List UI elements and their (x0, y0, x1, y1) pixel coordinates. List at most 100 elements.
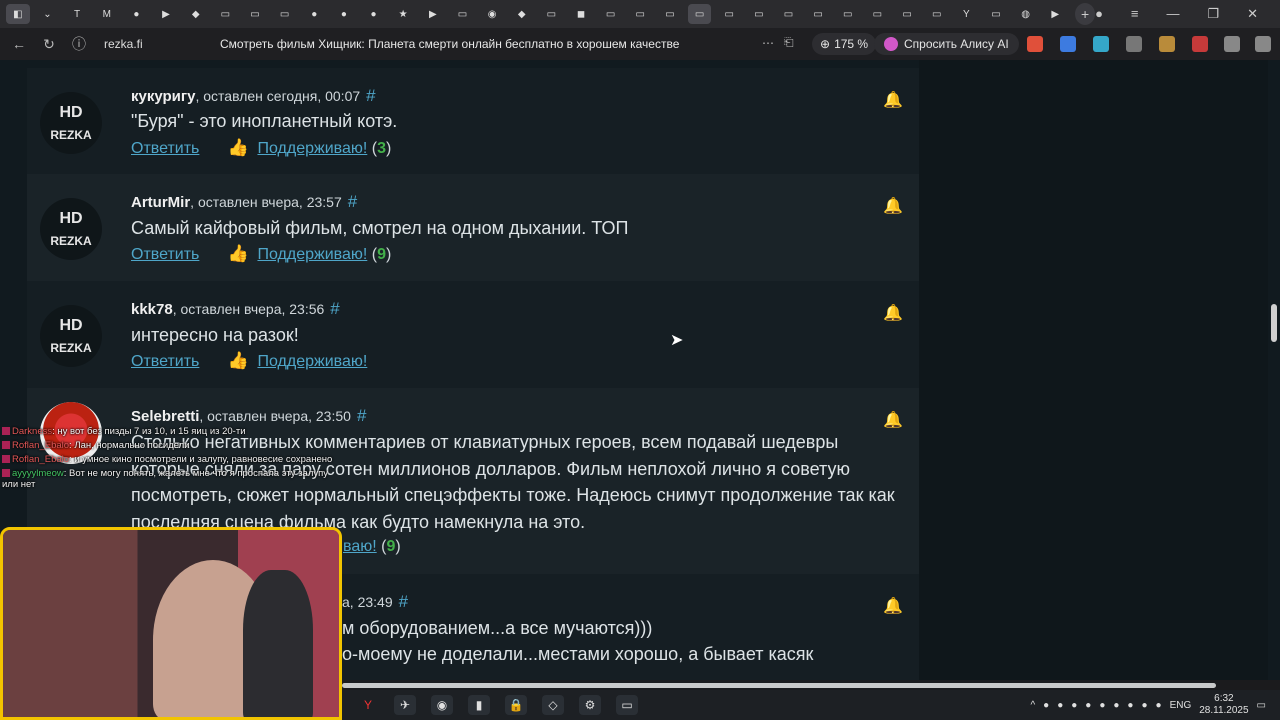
extension-icon[interactable] (1192, 36, 1208, 52)
tray-expand-icon[interactable]: ^ (1030, 700, 1035, 711)
site-info-icon[interactable]: ⓘ (68, 34, 90, 54)
browser-menu-icon[interactable]: ◧ (6, 4, 30, 24)
tab[interactable]: ◆ (184, 4, 208, 24)
media-icon[interactable] (1224, 36, 1240, 52)
tab[interactable]: ▭ (925, 4, 949, 24)
restore-button[interactable]: ❐ (1208, 6, 1220, 22)
new-tab-button[interactable]: + (1075, 3, 1096, 25)
tab[interactable]: Y (955, 4, 979, 24)
comment-author[interactable]: kkk78 (131, 301, 173, 318)
extension-icon[interactable] (1159, 36, 1175, 52)
more-icon[interactable]: ⋯ (762, 36, 774, 50)
tab-active[interactable]: ▭ (687, 4, 712, 24)
comment-permalink[interactable]: # (399, 592, 408, 611)
report-bell-icon[interactable]: 🔔 (883, 303, 905, 323)
tab[interactable]: ● (332, 4, 356, 24)
tab[interactable]: ▶ (1043, 4, 1067, 24)
support-link[interactable]: Поддерживаю! (257, 246, 367, 263)
thumbs-up-icon[interactable]: 👍 (228, 244, 249, 264)
avatar[interactable]: HD REZKA (40, 198, 102, 260)
report-bell-icon[interactable]: 🔔 (883, 90, 905, 110)
tray-icon[interactable]: ● (1043, 700, 1049, 711)
app-icon[interactable]: ▭ (616, 695, 638, 715)
tab[interactable]: M (95, 4, 119, 24)
comment-permalink[interactable]: # (348, 192, 357, 211)
tab[interactable]: ▭ (866, 4, 890, 24)
extension-icon[interactable] (1126, 36, 1142, 52)
tab[interactable]: ◉ (480, 4, 504, 24)
notifications-icon[interactable]: ▭ (1257, 700, 1266, 711)
tab[interactable]: ◍ (1014, 4, 1038, 24)
app-icon[interactable]: ▮ (468, 695, 490, 715)
yandex-browser-icon[interactable]: Y (357, 695, 379, 715)
tab[interactable]: ◼ (569, 4, 593, 24)
profile-icon[interactable]: ● (1095, 6, 1103, 22)
thumbs-up-icon[interactable]: 👍 (228, 138, 249, 158)
reply-link[interactable]: Ответить (131, 246, 199, 263)
tab[interactable]: ▭ (806, 4, 830, 24)
minimize-button[interactable]: — (1167, 6, 1180, 22)
tray-icon[interactable]: ● (1127, 700, 1133, 711)
vertical-scrollbar[interactable] (1268, 60, 1280, 680)
tab[interactable]: ▭ (540, 4, 564, 24)
url-domain[interactable]: rezka.fi (104, 37, 143, 51)
tab[interactable]: ● (125, 4, 149, 24)
zoom-indicator[interactable]: ⊕ 175 % (812, 33, 877, 55)
tab[interactable]: ▶ (154, 4, 178, 24)
support-link[interactable]: Поддерживаю! (257, 140, 367, 157)
obs-icon[interactable]: ◉ (431, 695, 453, 715)
report-bell-icon[interactable]: 🔔 (883, 596, 905, 616)
reload-icon[interactable]: ↻ (38, 36, 60, 53)
translate-icon[interactable] (1060, 36, 1076, 52)
tray-icon[interactable]: ● (1141, 700, 1147, 711)
tab[interactable]: ▭ (273, 4, 297, 24)
tab[interactable]: ▭ (984, 4, 1008, 24)
avatar[interactable]: HD REZKA (40, 92, 102, 154)
tray-icon[interactable]: ● (1113, 700, 1119, 711)
reply-link[interactable]: Ответить (131, 140, 199, 157)
tray-icon[interactable]: ● (1057, 700, 1063, 711)
tab[interactable]: ▭ (213, 4, 237, 24)
back-arrow-icon[interactable]: ← (8, 36, 30, 52)
tab[interactable]: ▭ (628, 4, 652, 24)
language-indicator[interactable]: ENG (1170, 700, 1192, 711)
support-link[interactable]: ваю! (343, 538, 377, 555)
thumbs-up-icon[interactable]: 👍 (228, 351, 249, 371)
telegram-icon[interactable]: ✈ (394, 695, 416, 715)
tray-icon[interactable]: ● (1085, 700, 1091, 711)
avatar[interactable]: HD REZKA (40, 305, 102, 367)
tab[interactable]: T (65, 4, 89, 24)
tab[interactable]: ▭ (451, 4, 475, 24)
comment-permalink[interactable]: # (366, 86, 375, 105)
tab-list-chevron-icon[interactable]: ⌄ (36, 4, 60, 24)
tab[interactable]: ▭ (836, 4, 860, 24)
tray-icon[interactable]: ● (1099, 700, 1105, 711)
tab[interactable]: ★ (391, 4, 415, 24)
tab[interactable]: ● (362, 4, 386, 24)
tab[interactable]: ▭ (243, 4, 267, 24)
tray-icon[interactable]: ● (1156, 700, 1162, 711)
hscroll-thumb[interactable] (342, 683, 1216, 688)
extension-icon[interactable] (1093, 36, 1109, 52)
clock[interactable]: 6:32 28.11.2025 (1199, 693, 1248, 717)
support-link[interactable]: Поддерживаю! (257, 353, 367, 370)
app-icon[interactable]: ◇ (542, 695, 564, 715)
tab[interactable]: ● (302, 4, 326, 24)
bookmark-icon[interactable]: ⎗ (784, 35, 794, 50)
tab[interactable]: ◆ (510, 4, 534, 24)
comment-author[interactable]: ArturMir (131, 194, 190, 211)
tab[interactable]: ▭ (777, 4, 801, 24)
reply-link[interactable]: Ответить (131, 353, 199, 370)
tab[interactable]: ▭ (599, 4, 623, 24)
tray-icon[interactable]: ● (1071, 700, 1077, 711)
page-title[interactable]: Смотреть фильм Хищник: Планета смерти он… (220, 37, 679, 51)
tab[interactable]: ▶ (421, 4, 445, 24)
report-bell-icon[interactable]: 🔔 (883, 410, 905, 430)
extension-icon[interactable] (1027, 36, 1043, 52)
steam-icon[interactable]: ⚙ (579, 695, 601, 715)
tab[interactable]: ▭ (747, 4, 771, 24)
tab[interactable]: ▭ (658, 4, 682, 24)
report-bell-icon[interactable]: 🔔 (883, 196, 905, 216)
tab[interactable]: ▭ (717, 4, 741, 24)
tab[interactable]: ▭ (895, 4, 919, 24)
